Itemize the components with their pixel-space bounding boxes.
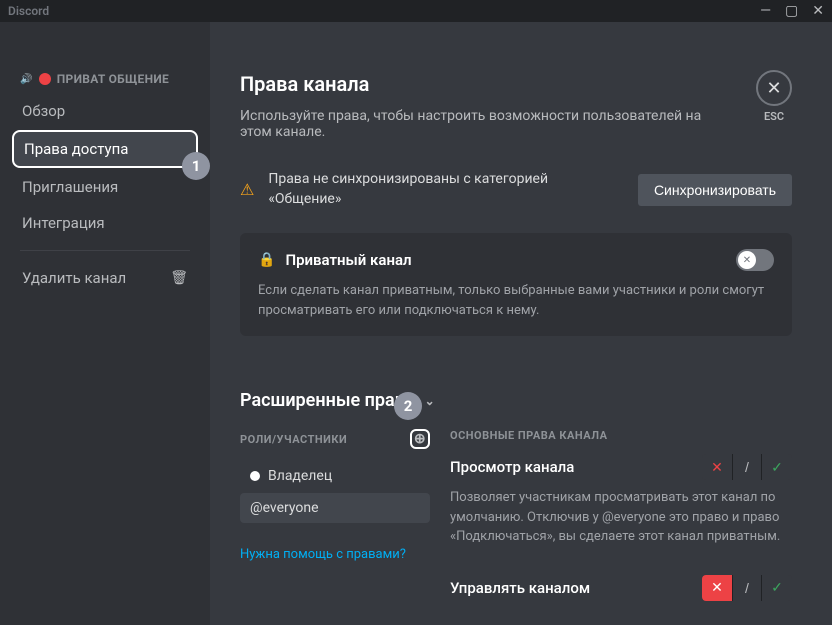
close-window-icon[interactable]: ✕: [812, 4, 824, 18]
advanced-permissions-header[interactable]: Расширенные права ⌄ 2: [240, 390, 792, 411]
window-controls: — ▢ ✕: [760, 4, 824, 18]
private-description: Если сделать канал приватным, только выб…: [258, 281, 774, 320]
roles-column: РОЛИ/УЧАСТНИКИ ⊕ Владелец @everyone Нужн…: [240, 429, 430, 625]
sync-text: Права не синхронизированы с категорией «…: [268, 170, 580, 209]
lock-icon: 🔒: [258, 252, 275, 268]
permissions-header: ОСНОВНЫЕ ПРАВА КАНАЛА: [450, 429, 792, 442]
private-toggle[interactable]: [736, 249, 774, 271]
permission-view-channel: Просмотр канала ✕ / ✓ Позволяет участник…: [450, 454, 792, 547]
role-color-dot: [250, 471, 260, 481]
permission-description: Позволяет участникам просматривать этот …: [450, 488, 792, 547]
settings-sidebar: 🔊 ПРИВАТ ОБЩЕНИЕ Обзор Права доступа 1 П…: [0, 22, 210, 625]
sidebar-item-label: Обзор: [22, 102, 65, 120]
sidebar-item-overview[interactable]: Обзор: [12, 94, 198, 128]
sync-banner: ⚠ Права не синхронизированы с категорией…: [240, 160, 792, 229]
plus-icon: ⊕: [414, 431, 426, 447]
close-settings-button[interactable]: ✕ ESC: [756, 70, 792, 123]
permission-deny-button[interactable]: ✕: [702, 454, 732, 480]
main-content: ✕ ESC Права канала Используйте права, чт…: [210, 22, 832, 625]
minimize-icon[interactable]: —: [760, 4, 771, 18]
sidebar-item-label: Интеграция: [22, 214, 105, 232]
app-title: Discord: [8, 4, 49, 18]
permission-toggle: ✕ / ✓: [702, 454, 792, 480]
trash-icon: 🗑: [170, 270, 188, 286]
permission-manage-channel: Управлять каналом ✕ / ✓: [450, 575, 792, 601]
titlebar: Discord — ▢ ✕: [0, 0, 832, 22]
sidebar-item-label: Права доступа: [24, 140, 128, 158]
sidebar-item-permissions[interactable]: Права доступа 1: [12, 130, 198, 168]
page-title: Права канала: [240, 72, 792, 96]
sidebar-item-invites[interactable]: Приглашения: [12, 170, 198, 204]
channel-name: ПРИВАТ ОБЩЕНИЕ: [57, 72, 169, 86]
private-title: Приватный канал: [285, 251, 411, 269]
roles-header: РОЛИ/УЧАСТНИКИ ⊕: [240, 429, 430, 449]
permission-allow-button[interactable]: ✓: [762, 575, 792, 601]
sidebar-item-integrations[interactable]: Интеграция: [12, 206, 198, 240]
annotation-badge-2: 2: [394, 392, 422, 420]
permission-allow-button[interactable]: ✓: [762, 454, 792, 480]
role-name: @everyone: [250, 500, 319, 516]
permission-neutral-button[interactable]: /: [732, 575, 762, 601]
roles-header-label: РОЛИ/УЧАСТНИКИ: [240, 433, 347, 446]
annotation-badge-1: 1: [182, 152, 210, 180]
status-dot-icon: [39, 73, 51, 85]
close-label: ESC: [756, 110, 792, 123]
permissions-help-link[interactable]: Нужна помощь с правами?: [240, 547, 430, 562]
page-subtitle: Используйте права, чтобы настроить возмо…: [240, 108, 720, 140]
warning-icon: ⚠: [240, 180, 254, 199]
permission-deny-button[interactable]: ✕: [702, 575, 732, 601]
close-icon: ✕: [756, 70, 792, 106]
chevron-down-icon: ⌄: [425, 394, 435, 408]
permission-toggle: ✕ / ✓: [702, 575, 792, 601]
role-item-everyone[interactable]: @everyone: [240, 493, 430, 523]
sync-button[interactable]: Синхронизировать: [638, 174, 792, 206]
sidebar-item-label: Удалить канал: [22, 269, 126, 287]
advanced-title: Расширенные права: [240, 390, 415, 411]
permission-neutral-button[interactable]: /: [732, 454, 762, 480]
private-channel-card: 🔒 Приватный канал Если сделать канал при…: [240, 233, 792, 336]
channel-header: 🔊 ПРИВАТ ОБЩЕНИЕ: [12, 72, 198, 94]
permission-title: Управлять каналом: [450, 579, 590, 597]
role-name: Владелец: [268, 468, 332, 484]
role-item-owner[interactable]: Владелец: [240, 461, 430, 491]
divider: [20, 250, 190, 251]
add-role-button[interactable]: ⊕: [410, 429, 430, 449]
sidebar-item-delete-channel[interactable]: Удалить канал 🗑: [12, 261, 198, 295]
permissions-column: ОСНОВНЫЕ ПРАВА КАНАЛА Просмотр канала ✕ …: [450, 429, 792, 625]
sidebar-item-label: Приглашения: [22, 178, 118, 196]
maximize-icon[interactable]: ▢: [785, 4, 798, 18]
permission-title: Просмотр канала: [450, 458, 574, 476]
speaker-icon: 🔊: [20, 74, 33, 85]
